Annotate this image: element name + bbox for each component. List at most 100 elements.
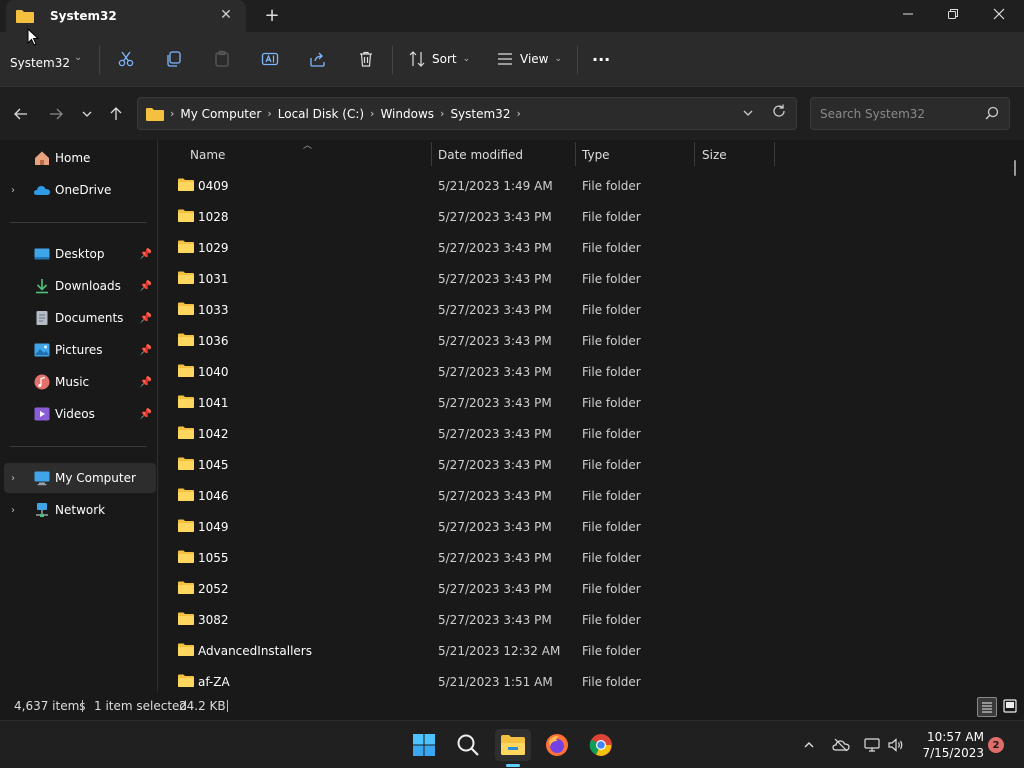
chevron-down-icon[interactable]: ⌄	[74, 52, 82, 63]
chevron-right-icon[interactable]: ›	[267, 107, 271, 120]
sidebar-item-downloads[interactable]: Downloads 📌	[0, 271, 158, 301]
table-row[interactable]: 1029 5/27/2023 3:43 PM File folder	[170, 234, 780, 262]
copy-button[interactable]	[162, 48, 186, 70]
tiles-view-button[interactable]	[1001, 697, 1019, 715]
chevron-right-icon[interactable]: ›	[440, 107, 444, 120]
table-row[interactable]: af-ZA 5/21/2023 1:51 AM File folder	[170, 668, 780, 692]
folder-icon	[178, 457, 194, 470]
table-row[interactable]: 0409 5/21/2023 1:49 AM File folder	[170, 172, 780, 200]
tab-system32[interactable]: System32 ✕	[6, 0, 246, 32]
table-row[interactable]: 1042 5/27/2023 3:43 PM File folder	[170, 420, 780, 448]
tab-title: System32	[50, 9, 117, 23]
file-date-modified: 5/21/2023 12:32 AM	[438, 644, 561, 658]
table-row[interactable]: 1028 5/27/2023 3:43 PM File folder	[170, 203, 780, 231]
search-taskbar-button[interactable]	[450, 729, 486, 761]
refresh-button[interactable]	[772, 104, 786, 122]
show-hidden-icons-button[interactable]	[799, 735, 819, 755]
share-button[interactable]	[306, 48, 330, 70]
close-window-button[interactable]	[976, 0, 1022, 32]
sort-button[interactable]: Sort ⌄	[408, 48, 470, 70]
chevron-right-icon[interactable]: ›	[11, 185, 15, 196]
pin-icon[interactable]: 📌	[140, 377, 152, 388]
table-row[interactable]: 1031 5/27/2023 3:43 PM File folder	[170, 265, 780, 293]
table-row[interactable]: 1036 5/27/2023 3:43 PM File folder	[170, 327, 780, 355]
onedrive-tray-button[interactable]	[831, 735, 851, 755]
column-divider[interactable]	[694, 142, 695, 166]
column-header-type[interactable]: Type	[576, 145, 695, 165]
documents-icon	[36, 311, 48, 325]
cut-button[interactable]	[114, 48, 138, 70]
sidebar-item-pictures[interactable]: Pictures 📌	[0, 335, 158, 365]
pin-icon[interactable]: 📌	[140, 345, 152, 356]
file-name: 1045	[198, 458, 229, 472]
table-row[interactable]: 3082 5/27/2023 3:43 PM File folder	[170, 606, 780, 634]
breadcrumb-my-computer[interactable]: My Computer	[180, 107, 261, 121]
table-row[interactable]: 1041 5/27/2023 3:43 PM File folder	[170, 389, 780, 417]
chevron-right-icon[interactable]: ›	[370, 107, 374, 120]
sidebar-item-documents[interactable]: Documents 📌	[0, 303, 158, 333]
column-header-date[interactable]: Date modified	[432, 145, 576, 165]
file-date-modified: 5/27/2023 3:43 PM	[438, 582, 552, 596]
breadcrumb-local-disk[interactable]: Local Disk (C:)	[278, 107, 364, 121]
table-row[interactable]: 1045 5/27/2023 3:43 PM File folder	[170, 451, 780, 479]
table-row[interactable]: 1040 5/27/2023 3:43 PM File folder	[170, 358, 780, 386]
sidebar-item-videos[interactable]: Videos 📌	[0, 399, 158, 429]
search-input[interactable]: Search System32	[820, 107, 925, 121]
selection-count: 1 item selected	[94, 699, 188, 713]
volume-tray-button[interactable]	[886, 735, 906, 755]
delete-button[interactable]	[354, 48, 378, 70]
pin-icon[interactable]: 📌	[140, 281, 152, 292]
maximize-button[interactable]	[930, 0, 976, 32]
pin-icon[interactable]: 📌	[140, 249, 152, 260]
chevron-right-icon[interactable]: ›	[11, 505, 15, 516]
back-button[interactable]	[11, 105, 31, 123]
sidebar-item-desktop[interactable]: Desktop 📌	[0, 239, 158, 269]
file-explorer-taskbar-button[interactable]	[495, 729, 531, 761]
file-name: AdvancedInstallers	[198, 644, 312, 658]
pin-icon[interactable]: 📌	[140, 313, 152, 324]
chevron-right-icon[interactable]: ›	[516, 107, 520, 120]
firefox-taskbar-button[interactable]	[539, 729, 575, 761]
address-history-button[interactable]	[742, 107, 754, 122]
sidebar-item-my-computer[interactable]: › My Computer	[4, 463, 156, 493]
chrome-taskbar-button[interactable]	[583, 729, 619, 761]
file-explorer-icon	[501, 735, 525, 755]
address-bar[interactable]: › My Computer › Local Disk (C:) › Window…	[137, 97, 797, 130]
sidebar-item-network[interactable]: › Network	[0, 495, 158, 525]
new-tab-button[interactable]: +	[262, 6, 282, 26]
search-box[interactable]: Search System32	[810, 97, 1010, 130]
pin-icon[interactable]: 📌	[140, 409, 152, 420]
network-tray-button[interactable]	[862, 735, 882, 755]
breadcrumb-windows[interactable]: Windows	[380, 107, 434, 121]
view-button[interactable]: View ⌄	[496, 48, 562, 70]
column-header-size[interactable]: Size	[696, 145, 775, 165]
more-options-button[interactable]: ···	[592, 48, 610, 70]
sidebar-item-music[interactable]: Music 📌	[0, 367, 158, 397]
paste-button[interactable]	[210, 48, 234, 70]
column-header-name[interactable]: Name	[184, 145, 432, 165]
table-row[interactable]: 1046 5/27/2023 3:43 PM File folder	[170, 482, 780, 510]
file-date-modified: 5/27/2023 3:43 PM	[438, 334, 552, 348]
table-row[interactable]: AdvancedInstallers 5/21/2023 12:32 AM File…	[170, 637, 780, 665]
sidebar-item-home[interactable]: Home	[0, 143, 158, 173]
vertical-scrollbar[interactable]	[1014, 160, 1016, 176]
details-view-button[interactable]	[977, 697, 997, 717]
start-button[interactable]	[406, 729, 442, 761]
chevron-right-icon[interactable]: ›	[11, 473, 15, 484]
notification-badge[interactable]: 2	[988, 737, 1004, 753]
sidebar-item-onedrive[interactable]: › OneDrive	[0, 175, 158, 205]
up-button[interactable]	[106, 105, 126, 123]
rename-button[interactable]	[258, 48, 282, 70]
table-row[interactable]: 2052 5/27/2023 3:43 PM File folder	[170, 575, 780, 603]
table-row[interactable]: 1055 5/27/2023 3:43 PM File folder	[170, 544, 780, 572]
table-row[interactable]: 1049 5/27/2023 3:43 PM File folder	[170, 513, 780, 541]
recent-locations-button[interactable]	[77, 105, 97, 123]
clock[interactable]: 10:57 AM 7/15/2023	[912, 729, 984, 761]
column-divider[interactable]	[774, 142, 775, 166]
forward-button[interactable]	[46, 105, 66, 123]
folder-icon	[178, 271, 194, 284]
breadcrumb-system32[interactable]: System32	[450, 107, 510, 121]
table-row[interactable]: 1033 5/27/2023 3:43 PM File folder	[170, 296, 780, 324]
minimize-button[interactable]	[885, 0, 931, 32]
close-tab-icon[interactable]: ✕	[218, 7, 234, 23]
